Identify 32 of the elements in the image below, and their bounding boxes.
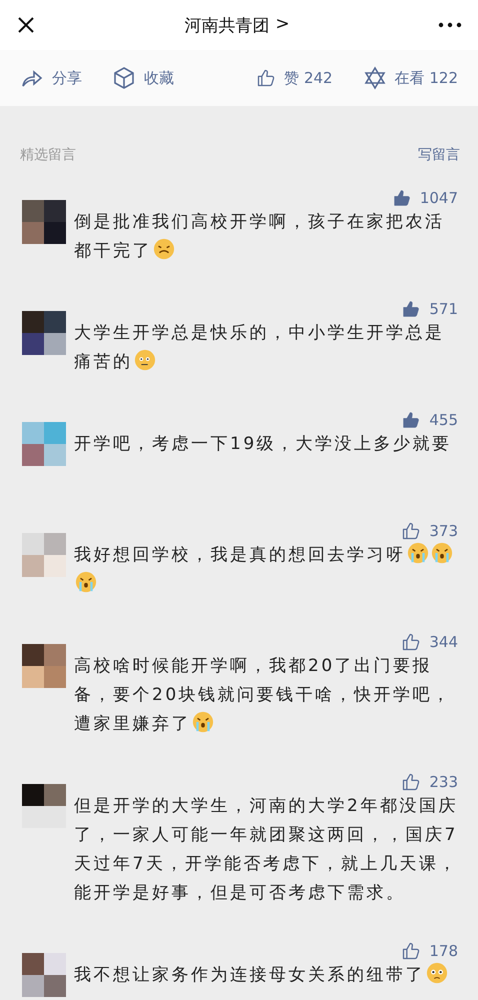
- like-button[interactable]: 373: [401, 521, 458, 541]
- comment-text: 开学吧，考虑一下19级，大学没上多少就要: [74, 433, 453, 456]
- comment-text: 我不想让家务作为连接母女关系的纽带了: [74, 961, 458, 990]
- comment-text: 高校啥时候能开学啊，我都20了出门要报备，要个20块钱就问要钱干啥，快开学吧，遭家里嫌弃了: [74, 655, 453, 736]
- section-title: 精选留言: [20, 146, 76, 164]
- account-name[interactable]: 河南共青团: [184, 14, 270, 36]
- share-button[interactable]: 分享: [20, 66, 82, 90]
- watching-button[interactable]: 在看 122: [362, 66, 458, 90]
- like-button[interactable]: 178: [401, 941, 458, 961]
- like-button[interactable]: 571: [401, 299, 458, 319]
- like-button[interactable]: 赞 242: [256, 68, 333, 88]
- cube-icon: [112, 66, 136, 90]
- chevron-text[interactable]: >: [275, 14, 290, 36]
- crying-emoji-icon: [406, 542, 428, 564]
- more-icon[interactable]: [438, 22, 462, 28]
- comment-text: 但是开学的大学生，河南的大学2年都没国庆了，一家人可能一年就团聚这两回，，国庆7天过年7天，开学能否考虑下，就上几天课，能开学是好事，但是可否考虑下需求。: [74, 795, 458, 905]
- crying-emoji-icon: [430, 542, 452, 564]
- like-button[interactable]: 233: [401, 772, 458, 792]
- like-button[interactable]: 1047: [392, 188, 458, 208]
- teary-emoji-icon: [426, 962, 448, 984]
- comment-text: 大学生开学总是快乐的，中小学生开学总是痛苦的: [74, 322, 446, 374]
- write-comment-link[interactable]: 写留言: [418, 146, 460, 164]
- crying-emoji-icon: [192, 711, 214, 733]
- collect-button[interactable]: 收藏: [112, 66, 174, 90]
- like-button[interactable]: 455: [401, 410, 458, 430]
- comment-text: 我好想回学校，我是真的想回去学习呀: [74, 541, 458, 599]
- star-of-david-icon: [362, 66, 387, 90]
- close-icon[interactable]: [16, 15, 36, 35]
- comment-text: 倒是批准我们高校开学啊，孩子在家把农活都干完了: [74, 211, 446, 263]
- like-button[interactable]: 344: [401, 632, 458, 652]
- crying-emoji-icon: [75, 571, 97, 593]
- thumbs-up-icon: [256, 68, 276, 88]
